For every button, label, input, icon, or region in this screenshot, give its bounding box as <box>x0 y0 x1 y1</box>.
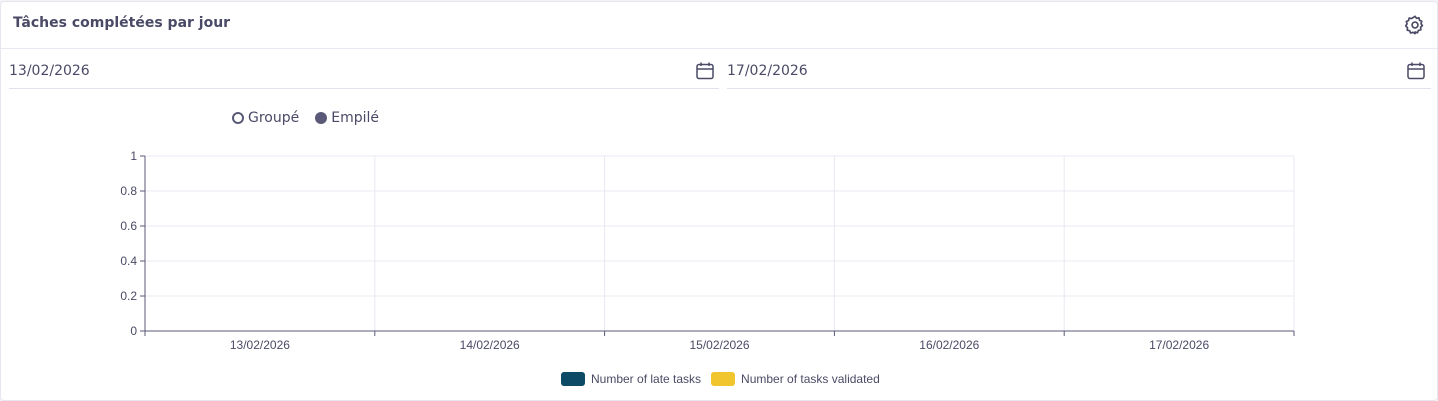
x-tick-label: 14/02/2026 <box>460 338 520 352</box>
y-tick-label: 0.2 <box>120 289 137 303</box>
y-tick-label: 0.4 <box>120 254 137 268</box>
y-tick-label: 0.8 <box>120 184 137 198</box>
legend-label-validated: Number of tasks validated <box>741 372 880 386</box>
bar-chart: 0 0.2 0.4 0.6 0.8 1 13/02/2026 14/02/2026 15/02/… <box>120 149 1295 352</box>
y-tick-label: 0 <box>130 324 137 338</box>
x-tick-label: 17/02/2026 <box>1149 338 1209 352</box>
legend-swatch-validated <box>711 372 736 386</box>
x-tick-label: 15/02/2026 <box>689 338 749 352</box>
legend-label-late: Number of late tasks <box>591 372 702 386</box>
y-tick-label: 1 <box>130 149 137 163</box>
y-tick-label: 0.6 <box>120 219 137 233</box>
chart-legend: Number of late tasks Number of tasks val… <box>561 372 890 386</box>
x-tick-label: 13/02/2026 <box>230 338 290 352</box>
legend-item-late[interactable]: Number of late tasks <box>561 372 701 386</box>
legend-swatch-late <box>561 372 585 386</box>
x-tick-label: 16/02/2026 <box>919 338 979 352</box>
legend-item-validated[interactable]: Number of tasks validated <box>711 372 880 386</box>
chart-card: Tâches complétées par jour 13/02/2026 17… <box>0 1 1438 401</box>
